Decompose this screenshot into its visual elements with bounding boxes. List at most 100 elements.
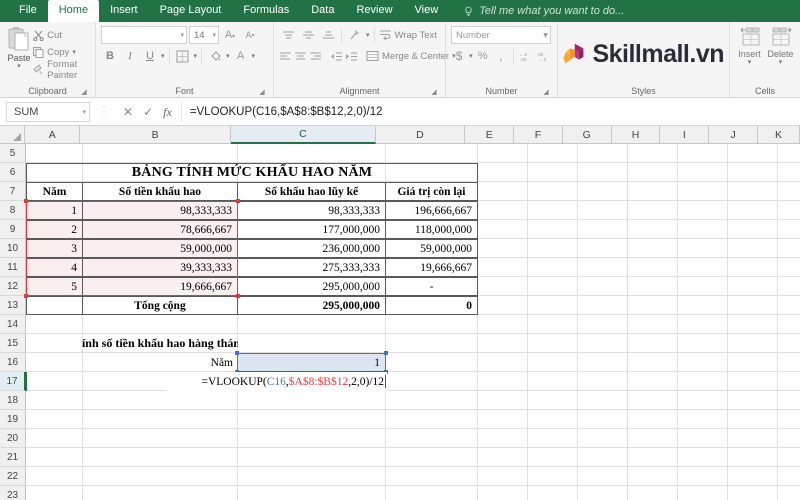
merge-center-button[interactable]: Merge & Center ▾ — [366, 50, 456, 62]
cell-c16-selection[interactable]: 1 — [235, 351, 388, 374]
row-header-10[interactable]: 10 — [0, 239, 26, 258]
tab-home[interactable]: Home — [47, 0, 100, 22]
delete-cells-chevron-down-icon[interactable]: ▾ — [779, 59, 783, 66]
cell-d12[interactable]: - — [385, 277, 478, 296]
decrease-font-size-button[interactable]: A ▾ — [241, 26, 259, 44]
tab-file[interactable]: File — [8, 0, 48, 22]
alignment-dialog-launcher[interactable]: ◢ — [430, 89, 438, 97]
cell-a10[interactable]: 3 — [26, 239, 83, 258]
select-all-corner[interactable] — [0, 126, 26, 144]
comma-style-button[interactable]: , — [493, 47, 509, 65]
c16-handle-tl[interactable] — [235, 351, 239, 355]
delete-cells-button[interactable]: Delete ▾ — [766, 26, 795, 66]
insert-cells-button[interactable]: Insert ▾ — [735, 26, 764, 66]
align-left-button[interactable] — [279, 47, 292, 65]
row-header-18[interactable]: 18 — [0, 391, 26, 410]
tab-review[interactable]: Review — [345, 0, 403, 22]
table-header-con-lai[interactable]: Giá trị còn lại — [385, 182, 478, 201]
table-header-luy-ke[interactable]: Số khấu hao lũy kế — [237, 182, 386, 201]
enter-icon[interactable]: ✓ — [143, 106, 153, 118]
cell-d10[interactable]: 59,000,000 — [385, 239, 478, 258]
orientation-button[interactable] — [346, 26, 364, 44]
cell-c9[interactable]: 177,000,000 — [237, 220, 386, 239]
cell-b8[interactable]: 98,333,333 — [82, 201, 238, 220]
font-dialog-launcher[interactable]: ◢ — [258, 89, 266, 97]
cell-d9[interactable]: 118,000,000 — [385, 220, 478, 239]
cell-c8[interactable]: 98,333,333 — [237, 201, 386, 220]
cancel-icon[interactable]: ✕ — [123, 106, 133, 118]
cell-b11[interactable]: 39,333,333 — [82, 258, 238, 277]
column-header-h[interactable]: H — [611, 126, 661, 144]
column-header-d[interactable]: D — [375, 126, 466, 144]
font-color-chevron-down-icon[interactable]: ▾ — [252, 53, 256, 60]
font-color-button[interactable]: A — [232, 47, 250, 65]
cell-a12[interactable]: 5 — [26, 277, 83, 296]
cell-a13[interactable] — [26, 296, 83, 315]
row-header-9[interactable]: 9 — [0, 220, 26, 239]
table-header-so-tien[interactable]: Số tiền khấu hao — [82, 182, 238, 201]
cell-d8[interactable]: 196,666,667 — [385, 201, 478, 220]
increase-decimal-button[interactable]: ←.0 .00 — [518, 47, 534, 65]
column-header-g[interactable]: G — [562, 126, 612, 144]
table-title[interactable]: BẢNG TÍNH MỨC KHẤU HAO NĂM — [26, 163, 478, 182]
row-header-14[interactable]: 14 — [0, 315, 26, 334]
underline-button[interactable]: U — [141, 47, 159, 65]
name-box[interactable]: SUM ▾ — [6, 101, 90, 122]
italic-button[interactable]: I — [121, 47, 139, 65]
cell-b13-total-label[interactable]: Tổng cộng — [82, 296, 238, 315]
number-format-select[interactable]: Number ▾ — [451, 26, 551, 44]
borders-chevron-down-icon[interactable]: ▾ — [194, 53, 198, 60]
row-header-11[interactable]: 11 — [0, 258, 26, 277]
increase-font-size-button[interactable]: A ▴ — [221, 26, 239, 44]
row-header-20[interactable]: 20 — [0, 429, 26, 448]
cell-b10[interactable]: 59,000,000 — [82, 239, 238, 258]
number-dialog-launcher[interactable]: ◢ — [542, 89, 550, 97]
tab-data[interactable]: Data — [300, 0, 345, 22]
fill-color-button[interactable] — [206, 47, 224, 65]
column-header-k[interactable]: K — [758, 126, 800, 144]
column-header-a[interactable]: A — [25, 126, 81, 144]
cell-a9[interactable]: 2 — [26, 220, 83, 239]
cell-c17-formula-editor[interactable]: =VLOOKUP(C16, $A$8:$B$12,2,0)/12 — [166, 372, 387, 391]
row-header-21[interactable]: 21 — [0, 448, 26, 467]
fill-color-chevron-down-icon[interactable]: ▾ — [226, 53, 230, 60]
decrease-indent-button[interactable] — [330, 47, 343, 65]
column-header-j[interactable]: J — [709, 126, 758, 144]
cell-c13-total-luy-ke[interactable]: 295,000,000 — [237, 296, 386, 315]
paste-chevron-down-icon[interactable]: ▾ — [17, 63, 21, 70]
row-header-16[interactable]: 16 — [0, 353, 26, 372]
bold-button[interactable]: B — [101, 47, 119, 65]
align-center-button[interactable] — [294, 47, 307, 65]
row-header-13[interactable]: 13 — [0, 296, 26, 315]
cell-c10[interactable]: 236,000,000 — [237, 239, 386, 258]
row-header-15[interactable]: 15 — [0, 334, 26, 353]
font-size-select[interactable]: 14 ▾ — [189, 26, 219, 44]
insert-function-icon[interactable]: fx — [163, 106, 172, 118]
tell-me-box[interactable]: Tell me what you want to do... — [463, 0, 624, 22]
copy-chevron-down-icon[interactable]: ▾ — [72, 49, 76, 56]
percent-style-button[interactable]: % — [475, 47, 491, 65]
align-right-button[interactable] — [309, 47, 322, 65]
borders-button[interactable] — [174, 47, 192, 65]
cell-c12[interactable]: 295,000,000 — [237, 277, 386, 296]
decrease-decimal-button[interactable]: .00 →.0 — [536, 47, 552, 65]
cell-a11[interactable]: 4 — [26, 258, 83, 277]
row-header-8[interactable]: 8 — [0, 201, 26, 220]
wrap-text-button[interactable]: Wrap Text — [379, 29, 437, 41]
tab-formulas[interactable]: Formulas — [232, 0, 300, 22]
column-header-i[interactable]: I — [660, 126, 710, 144]
insert-cells-chevron-down-icon[interactable]: ▾ — [748, 59, 752, 66]
cell-c11[interactable]: 275,333,333 — [237, 258, 386, 277]
clipboard-dialog-launcher[interactable]: ◢ — [80, 89, 88, 97]
row-header-17[interactable]: 17 — [0, 372, 26, 391]
row-header-5[interactable]: 5 — [0, 144, 26, 163]
column-header-f[interactable]: F — [514, 126, 563, 144]
row-header-6[interactable]: 6 — [0, 163, 26, 182]
column-header-c[interactable]: C — [231, 126, 376, 144]
font-name-select[interactable]: ▾ — [101, 26, 187, 44]
cut-button[interactable]: Cut — [33, 28, 90, 43]
column-header-b[interactable]: B — [80, 126, 232, 144]
c16-handle-tr[interactable] — [384, 351, 388, 355]
currency-chevron-down-icon[interactable]: ▾ — [469, 53, 473, 60]
align-top-button[interactable] — [279, 26, 297, 44]
